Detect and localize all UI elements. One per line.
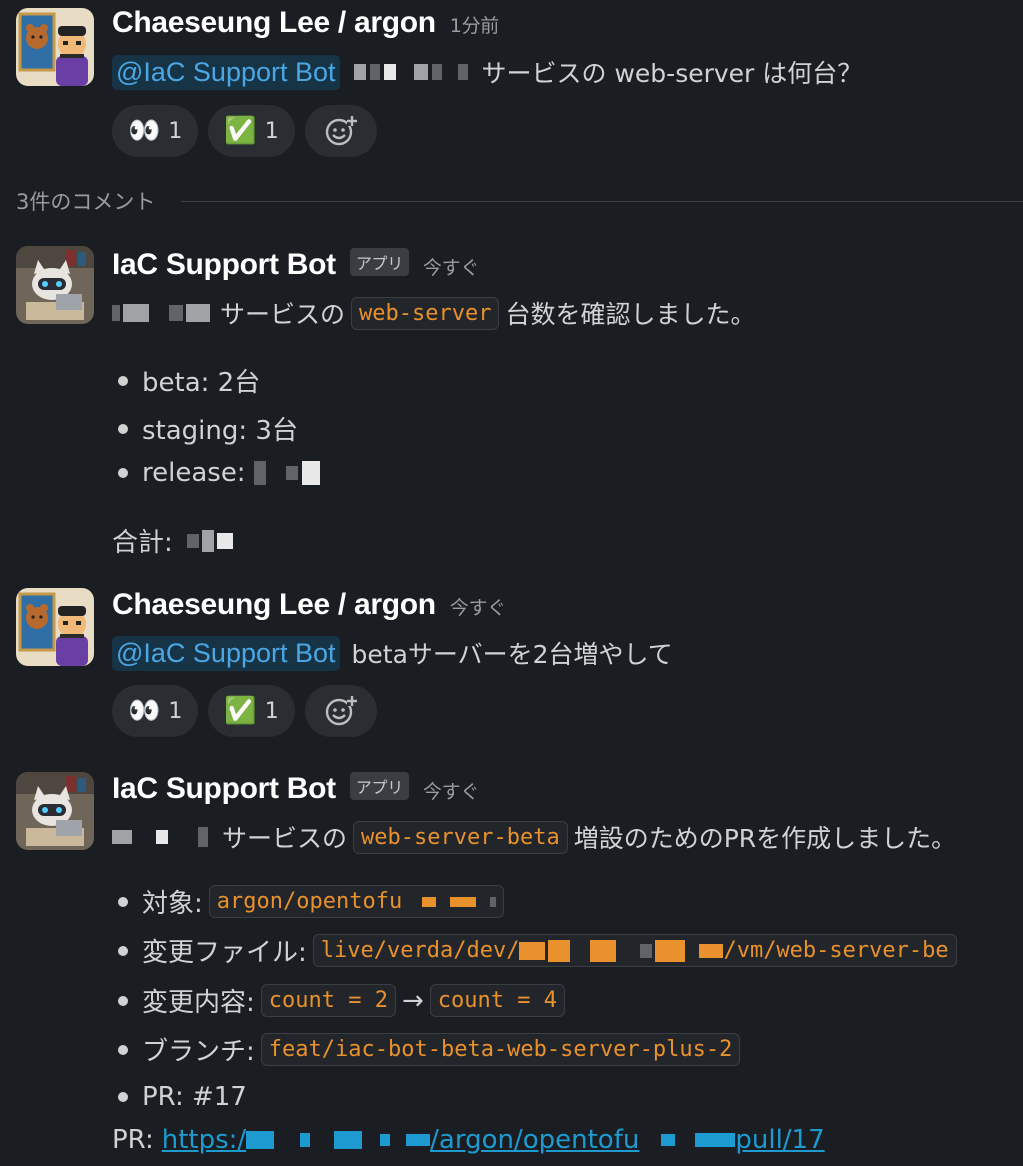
inline-code: feat/iac-bot-beta-web-server-plus-2 bbox=[260, 1033, 741, 1066]
redacted-text bbox=[186, 529, 233, 552]
list-item: beta: 2台 bbox=[112, 362, 260, 399]
message-text: サービスの bbox=[222, 824, 348, 853]
user-avatar[interactable] bbox=[16, 588, 94, 666]
list-item-change-content: 変更内容: count = 2 → count = 4 bbox=[112, 982, 571, 1019]
reaction-check[interactable]: ✅ 1 bbox=[208, 685, 295, 737]
author-name[interactable]: IaC Support Bot bbox=[112, 772, 336, 805]
add-reaction-icon bbox=[325, 696, 357, 726]
bot-avatar[interactable] bbox=[16, 772, 94, 850]
inline-code: web-server-beta bbox=[353, 820, 568, 854]
list-item: release: bbox=[112, 458, 320, 488]
reaction-eyes[interactable]: 👀 1 bbox=[112, 105, 199, 157]
redacted-text bbox=[353, 64, 468, 80]
divider-line bbox=[181, 200, 1023, 202]
redacted-text bbox=[639, 1133, 736, 1147]
redacted-text bbox=[112, 304, 210, 322]
timestamp[interactable]: 今すぐ bbox=[450, 597, 506, 619]
inline-code: live/verda/dev/ /vm/web-server-be bbox=[312, 934, 957, 967]
reaction-check[interactable]: ✅ 1 bbox=[208, 105, 295, 157]
add-reaction-button[interactable] bbox=[304, 685, 377, 737]
message-text: サービスの bbox=[220, 300, 346, 329]
list-item: staging: 3台 bbox=[112, 410, 298, 447]
timestamp[interactable]: 今すぐ bbox=[423, 781, 479, 803]
timestamp[interactable]: 今すぐ bbox=[423, 257, 479, 279]
inline-code: web-server bbox=[351, 296, 500, 330]
author-name[interactable]: IaC Support Bot bbox=[112, 248, 336, 281]
add-reaction-icon bbox=[325, 116, 357, 146]
app-badge: アプリ bbox=[349, 248, 409, 276]
message-body: サービスの web-server-beta 増設のためのPRを作成しました。 bbox=[112, 819, 956, 855]
reaction-eyes[interactable]: 👀 1 bbox=[112, 685, 199, 737]
author-name[interactable]: Chaeseung Lee / argon bbox=[112, 6, 436, 39]
mention-bot[interactable]: @IaC Support Bot bbox=[112, 635, 340, 671]
redacted-text bbox=[112, 827, 208, 847]
inline-code: argon/opentofu bbox=[208, 885, 505, 918]
reaction-count: 1 bbox=[264, 698, 279, 724]
inline-code: count = 4 bbox=[429, 984, 565, 1017]
timestamp[interactable]: 1分前 bbox=[450, 15, 500, 37]
message-text: 増設のためのPRを作成しました。 bbox=[573, 824, 957, 853]
message-text: betaサーバーを2台増やして bbox=[351, 640, 673, 669]
check-mark-emoji-icon: ✅ bbox=[224, 696, 257, 726]
thread-divider: 3件のコメント bbox=[16, 186, 1023, 216]
user-avatar[interactable] bbox=[16, 8, 94, 86]
message-body: @IaC Support Bot サービスの web-server は何台？ bbox=[112, 54, 862, 90]
message-body: サービスの web-server 台数を確認しました。 bbox=[112, 295, 755, 331]
reply-count: 3件のコメント bbox=[16, 190, 156, 214]
pr-link-line: PR: https:/ /argon/opentofu pull/17 bbox=[112, 1125, 825, 1155]
mention-bot[interactable]: @IaC Support Bot bbox=[112, 54, 340, 90]
reaction-count: 1 bbox=[168, 698, 183, 724]
reaction-count: 1 bbox=[168, 118, 183, 144]
check-mark-emoji-icon: ✅ bbox=[224, 116, 257, 146]
app-badge: アプリ bbox=[349, 772, 409, 800]
redacted-text bbox=[253, 461, 320, 485]
list-item-changed-file: 変更ファイル: live/verda/dev/ /vm/web-server-b… bbox=[112, 932, 963, 969]
message-body: @IaC Support Bot betaサーバーを2台増やして bbox=[112, 635, 673, 671]
redacted-text bbox=[519, 939, 724, 962]
eyes-emoji-icon: 👀 bbox=[128, 116, 161, 146]
pr-link[interactable]: https:/ /argon/opentofu pull/17 bbox=[162, 1125, 825, 1155]
message-text: 台数を確認しました。 bbox=[505, 300, 756, 329]
reaction-count: 1 bbox=[264, 118, 279, 144]
reaction-bar: 👀 1 ✅ 1 bbox=[112, 105, 377, 157]
reaction-bar: 👀 1 ✅ 1 bbox=[112, 685, 377, 737]
message-text: サービスの web-server は何台？ bbox=[481, 59, 863, 88]
list-item-pr: PR: #17 bbox=[112, 1082, 247, 1112]
thread-view: Chaeseung Lee / argon 1分前 @IaC Support Bo… bbox=[0, 0, 1023, 1166]
redacted-text bbox=[246, 1131, 431, 1149]
bot-avatar[interactable] bbox=[16, 246, 94, 324]
total-line: 合計: bbox=[112, 522, 233, 559]
list-item-branch: ブランチ: feat/iac-bot-beta-web-server-plus-… bbox=[112, 1031, 746, 1068]
redacted-text bbox=[422, 896, 497, 907]
list-item-target: 対象: argon/opentofu bbox=[112, 883, 510, 920]
arrow-icon: → bbox=[401, 985, 424, 1016]
add-reaction-button[interactable] bbox=[304, 105, 377, 157]
author-name[interactable]: Chaeseung Lee / argon bbox=[112, 588, 436, 621]
eyes-emoji-icon: 👀 bbox=[128, 696, 161, 726]
inline-code: count = 2 bbox=[260, 984, 396, 1017]
